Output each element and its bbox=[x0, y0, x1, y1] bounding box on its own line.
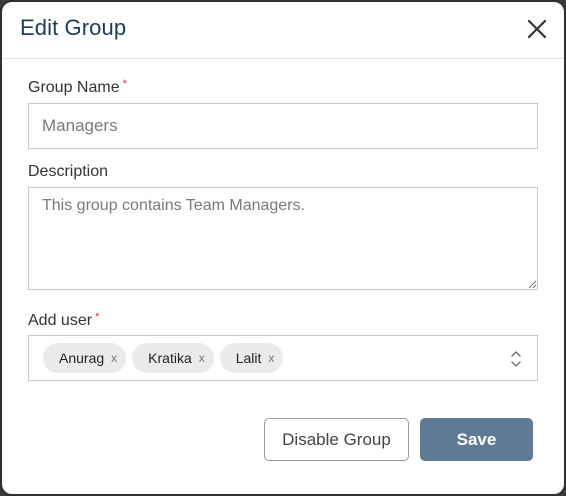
add-user-label: Add user * bbox=[28, 311, 99, 330]
edit-group-modal: Edit Group Group Name* Description This … bbox=[0, 0, 566, 496]
chip-label: Kratika bbox=[148, 350, 192, 366]
description-label: Description bbox=[28, 163, 109, 180]
user-chip-lalit: Lalit x bbox=[219, 343, 284, 373]
add-user-label-text: Add user bbox=[28, 312, 93, 329]
chip-label: Lalit bbox=[235, 350, 262, 366]
required-mark: * bbox=[95, 311, 100, 323]
description-textarea[interactable]: This group contains Team Managers. bbox=[28, 187, 538, 290]
add-user-select[interactable]: Anurag x Kratika x Lalit x bbox=[28, 335, 538, 381]
group-name-label-text: Group Name bbox=[28, 79, 120, 96]
required-mark: * bbox=[122, 78, 127, 90]
save-button[interactable]: Save bbox=[420, 418, 533, 461]
user-chip-kratika: Kratika x bbox=[132, 343, 214, 373]
chip-remove-button[interactable]: x bbox=[111, 351, 117, 365]
chip-remove-button[interactable]: x bbox=[199, 351, 205, 365]
modal-header: Edit Group bbox=[2, 2, 564, 59]
modal-title: Edit Group bbox=[20, 15, 127, 40]
chip-label: Anurag bbox=[59, 350, 105, 366]
group-name-input[interactable] bbox=[28, 103, 538, 149]
close-icon bbox=[527, 19, 547, 39]
user-chip-anurag: Anurag x bbox=[43, 343, 127, 373]
chevron-up-down-icon[interactable] bbox=[509, 349, 523, 369]
group-name-label: Group Name * bbox=[28, 78, 127, 97]
close-button[interactable] bbox=[526, 18, 548, 40]
disable-group-button[interactable]: Disable Group bbox=[264, 418, 409, 461]
chip-remove-button[interactable]: x bbox=[268, 351, 274, 365]
